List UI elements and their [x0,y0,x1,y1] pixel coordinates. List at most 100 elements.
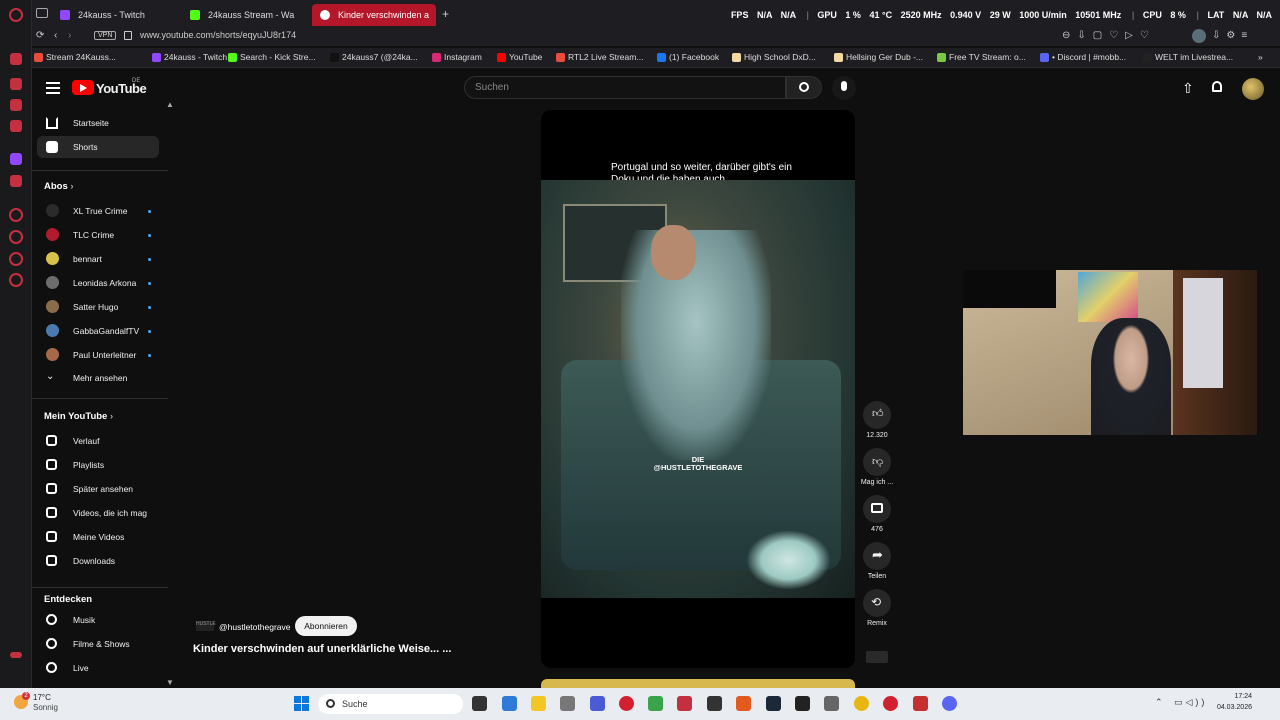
weather-description[interactable]: Sonnig [33,703,58,712]
channel-avatar[interactable]: HUSTLE [196,621,216,631]
sidebar-app-icon[interactable] [10,78,22,90]
bookmark-item[interactable]: Search - Kick Stre... [228,52,316,62]
sidebar-app-icon[interactable] [10,175,22,187]
sidebar-item[interactable]: GabbaGandalfTV [37,320,159,342]
shorts-player[interactable]: Portugal und so weiter, darüber gibt's e… [541,110,855,668]
sidebar-app-icon[interactable] [9,208,23,222]
opera-ai-icon[interactable] [10,53,22,65]
scroll-up-icon[interactable]: ▲ [166,100,174,109]
sidebar-item[interactable]: TLC Crime [37,224,159,246]
opera-logo-icon[interactable] [9,8,23,22]
bookmark-item[interactable]: 24kauss7 (@24ka... [330,52,418,62]
sidebar-item[interactable]: Playlists [37,454,159,476]
clock-time[interactable]: 17:24 [1208,693,1252,700]
tab-kick[interactable]: 24kauss Stream - Wa [182,4,310,26]
bookmark-item[interactable]: (1) Facebook [657,52,719,62]
settings-icon[interactable] [824,696,839,711]
bookmarks-overflow-icon[interactable]: » [1258,52,1263,62]
tab-twitch[interactable]: 24kauss - Twitch [52,4,182,26]
app-icon[interactable] [913,696,928,711]
menu-icon[interactable] [46,82,60,97]
youtube-logo-icon[interactable] [72,80,94,95]
bookmark-item[interactable]: Hellsing Ger Dub -... [834,52,923,62]
sidebar-item-home[interactable]: Startseite [37,112,159,134]
remix-button[interactable]: ⟲ Remix [863,589,891,627]
sidebar-item[interactable]: XL True Crime [37,200,159,222]
forward-icon[interactable]: › [68,30,71,41]
sidebar-item[interactable]: Später ansehen [37,478,159,500]
sidebar-app-icon[interactable] [10,120,22,132]
tray-icons[interactable]: ▭◁)) [1174,697,1207,708]
gx-icon[interactable] [10,652,22,658]
file-explorer-icon[interactable] [531,696,546,711]
bookmark-item[interactable]: 24kauss - Twitch [152,52,227,62]
share-button[interactable]: ➦ Teilen [863,542,891,580]
reload-icon[interactable]: ⟳ [36,30,44,41]
account-avatar[interactable] [1242,78,1264,100]
app-icon[interactable] [677,696,692,711]
sidebar-item[interactable]: bennart [37,248,159,270]
opera-gx-icon[interactable] [883,696,898,711]
sidebar-item[interactable]: Satter Hugo [37,296,159,318]
bookmark-item[interactable]: RTL2 Live Stream... [556,52,643,62]
bookmark-item[interactable]: YouTube [497,52,542,62]
subscriptions-heading[interactable]: Abos › [44,181,74,192]
bookmark-item[interactable]: Free TV Stream: o... [937,52,1026,62]
discord-icon[interactable] [942,696,957,711]
epic-games-icon[interactable] [795,696,810,711]
app-icon[interactable] [648,696,663,711]
sidebar-app-icon[interactable] [9,252,23,266]
task-view-icon[interactable] [472,696,487,711]
scroll-down-icon[interactable]: ▼ [166,678,174,687]
subscribe-button[interactable]: Abonnieren [295,616,357,636]
sidebar-item[interactable]: Filme & Shows [37,633,159,655]
bookmark-item[interactable]: Instagram [432,52,482,62]
sidebar-item[interactable]: Paul Unterleitner [37,344,159,366]
sidebar-app-icon[interactable] [10,99,22,111]
sidebar-item[interactable]: Musik [37,609,159,631]
comments-button[interactable]: 476 [863,495,891,533]
bookmark-item[interactable]: • Discord | #mobb... [1040,52,1126,62]
steam-icon[interactable] [766,696,781,711]
sidebar-item[interactable]: Downloads [37,550,159,572]
vortex-icon[interactable] [590,696,605,711]
you-heading[interactable]: Mein YouTube › [44,411,113,422]
url-field[interactable]: www.youtube.com/shorts/eqyuJU8r174 [140,30,296,40]
taskbar-search[interactable]: Suche [318,694,463,714]
sidebar-item-shorts[interactable]: Shorts [37,136,159,158]
app-icon[interactable] [736,696,751,711]
history-icon[interactable] [9,230,23,244]
search-button[interactable] [786,76,822,99]
settings-icon[interactable] [9,273,23,287]
sound-thumbnail[interactable] [866,651,888,663]
tab-manager-icon[interactable] [36,8,48,18]
chrome-icon[interactable] [854,696,869,711]
twitch-icon[interactable] [10,153,22,165]
back-icon[interactable]: ‹ [54,30,57,41]
notifications-icon[interactable] [1212,81,1222,92]
search-input[interactable]: Suchen [464,76,786,99]
tray-chevron-icon[interactable]: ⌃ [1155,697,1163,708]
sidebar-item[interactable]: Videos, die ich mag [37,502,159,524]
tab-youtube-short[interactable]: Kinder verschwinden a [312,4,436,26]
like-button[interactable]: 👍︎ 12.320 [863,401,891,439]
next-short-preview[interactable] [541,679,855,688]
windows-start-icon[interactable] [294,696,310,712]
toolbar-icons[interactable]: ⇩⚙≡ [1212,30,1253,41]
bookmark-item[interactable]: WELT im Livestrea... [1143,52,1233,62]
address-actions[interactable]: ⊖⇩▢♡▷♡ [1062,30,1156,41]
bookmark-item[interactable]: Stream 24Kauss... [34,52,116,62]
sidebar-item[interactable]: Leonidas Arkona [37,272,159,294]
profile-avatar[interactable] [1192,29,1206,43]
short-title[interactable]: Kinder verschwinden auf unerklärliche We… [193,643,451,655]
channel-name[interactable]: @hustletothegrave [219,622,290,632]
clock-date[interactable]: 04.03.2026 [1208,704,1252,711]
vpn-badge[interactable]: VPN [94,31,117,40]
sidebar-item[interactable]: Meine Videos [37,526,159,548]
bookmark-item[interactable]: High School DxD... [732,52,816,62]
lock-icon[interactable] [124,31,132,40]
calculator-icon[interactable] [502,696,517,711]
sidebar-item[interactable]: Verlauf [37,430,159,452]
sidebar-item[interactable]: Live [37,657,159,679]
opera-icon[interactable] [619,696,634,711]
